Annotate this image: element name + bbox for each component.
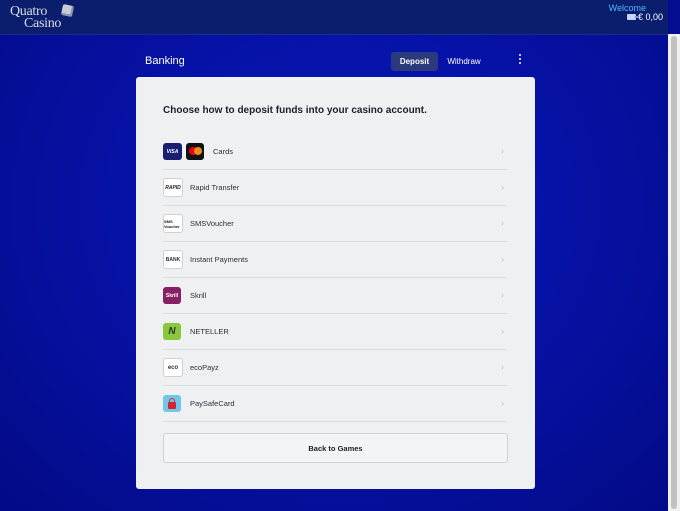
scrollbar-thumb[interactable] [671, 36, 677, 509]
rapid-transfer-icon: RAPID [163, 178, 183, 197]
quatro-casino-logo[interactable]: Quatro Casino [10, 3, 76, 32]
smsvoucher-icon: SMS Voucher [163, 214, 183, 233]
chevron-right-icon: › [501, 146, 504, 156]
payment-method-label: SMSVoucher [190, 219, 234, 228]
payment-method-list: VISA Cards › RAPID Rapid Transfer › SMS … [163, 134, 507, 422]
deposit-panel: Choose how to deposit funds into your ca… [136, 77, 535, 489]
chevron-right-icon: › [501, 182, 504, 192]
wallet-icon [626, 14, 638, 20]
logo-text-line2: Casino [24, 16, 62, 31]
payment-method-label: ecoPayz [190, 363, 219, 372]
balance-amount: € 0,00 [637, 12, 663, 22]
payment-method-label: Rapid Transfer [190, 183, 240, 192]
payment-method-label: Instant Payments [190, 255, 248, 264]
payment-method-cards[interactable]: VISA Cards › [163, 134, 507, 170]
balance-display[interactable]: € 0,00 [626, 12, 663, 22]
visa-icon: VISA [163, 143, 182, 160]
payment-method-instant-payments[interactable]: BANK Instant Payments › [163, 242, 507, 278]
payment-method-label: NETELLER [190, 327, 229, 336]
top-bar: Quatro Casino Welcome € 0,00 [0, 0, 668, 35]
page-title: Banking [145, 55, 185, 67]
ecopayz-icon: eco [163, 358, 183, 377]
payment-method-skrill[interactable]: Skrill Skrill › [163, 278, 507, 314]
paysafecard-icon [163, 395, 181, 412]
panel-heading: Choose how to deposit funds into your ca… [163, 105, 427, 116]
payment-method-paysafecard[interactable]: PaySafeCard › [163, 386, 507, 422]
tab-withdraw[interactable]: Withdraw [441, 52, 487, 71]
payment-method-label: Cards [213, 147, 234, 156]
neteller-icon: N [163, 323, 181, 340]
payment-method-neteller[interactable]: N NETELLER › [163, 314, 507, 350]
skrill-icon: Skrill [163, 287, 181, 304]
instant-payments-icon: BANK [163, 250, 183, 269]
chevron-right-icon: › [501, 398, 504, 408]
chevron-right-icon: › [501, 290, 504, 300]
payment-method-rapid-transfer[interactable]: RAPID Rapid Transfer › [163, 170, 507, 206]
payment-method-ecopayz[interactable]: eco ecoPayz › [163, 350, 507, 386]
payment-method-smsvoucher[interactable]: SMS Voucher SMSVoucher › [163, 206, 507, 242]
chevron-right-icon: › [501, 254, 504, 264]
payment-method-label: Skrill [190, 291, 207, 300]
back-to-games-button[interactable]: Back to Games [163, 433, 508, 463]
mastercard-icon [186, 143, 204, 160]
chevron-right-icon: › [501, 326, 504, 336]
payment-method-label: PaySafeCard [190, 399, 235, 408]
tab-deposit[interactable]: Deposit [391, 52, 438, 71]
more-options-icon[interactable] [515, 54, 525, 68]
dice-icon [60, 3, 75, 18]
chevron-right-icon: › [501, 362, 504, 372]
vertical-scrollbar[interactable] [668, 34, 680, 511]
chevron-right-icon: › [501, 218, 504, 228]
